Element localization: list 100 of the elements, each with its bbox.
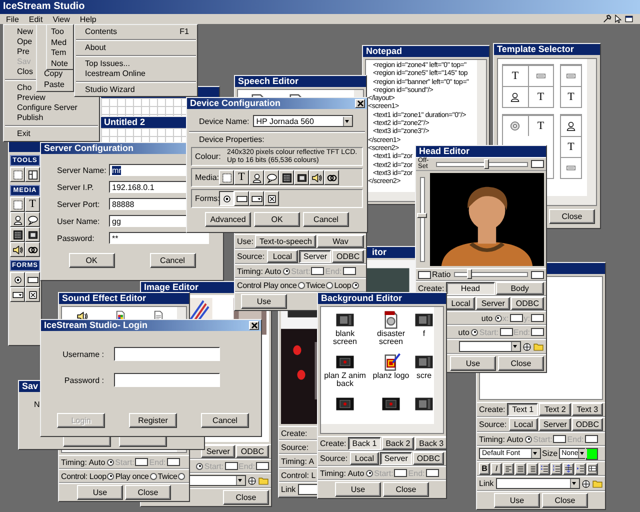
- option-button[interactable]: ODBC: [510, 297, 544, 310]
- format-button[interactable]: [563, 462, 574, 474]
- file-label[interactable]: plan Z anim back: [323, 372, 367, 388]
- file-label[interactable]: blank screen: [323, 330, 367, 346]
- option-button[interactable]: Back 2: [382, 437, 414, 450]
- template-thumbnail[interactable]: T: [560, 114, 582, 179]
- input-field[interactable]: [224, 462, 238, 470]
- scrollbar[interactable]: [587, 59, 596, 205]
- format-button[interactable]: [539, 462, 550, 474]
- scrollbar[interactable]: [321, 424, 434, 433]
- format-button[interactable]: B: [479, 462, 490, 474]
- input-field[interactable]: [531, 314, 544, 322]
- tool-button[interactable]: [25, 272, 40, 287]
- radio-button[interactable]: [178, 472, 186, 480]
- tool-button[interactable]: [25, 212, 40, 227]
- input-field[interactable]: [531, 160, 544, 168]
- option-button[interactable]: ODBC: [412, 452, 444, 465]
- menu-item[interactable]: View: [52, 14, 70, 24]
- tool-button[interactable]: [10, 212, 25, 227]
- option-button[interactable]: Server: [299, 250, 332, 263]
- close-button[interactable]: Close: [549, 209, 595, 224]
- dialog-button[interactable]: Cancel: [303, 212, 349, 227]
- menu-item[interactable]: About: [75, 43, 197, 53]
- dialog-button[interactable]: Use: [241, 294, 287, 309]
- option-button[interactable]: Server: [539, 418, 571, 431]
- input-field[interactable]: [256, 462, 269, 470]
- format-button[interactable]: [587, 462, 598, 474]
- menu-item[interactable]: Edit: [28, 14, 43, 24]
- media-button[interactable]: [249, 170, 264, 185]
- menu-item[interactable]: Copy: [37, 69, 73, 80]
- format-button[interactable]: [515, 462, 526, 474]
- close-button[interactable]: [249, 321, 259, 330]
- tool-button[interactable]: [10, 197, 25, 212]
- input-field[interactable]: [584, 435, 598, 443]
- dialog-button[interactable]: Cancel: [201, 413, 249, 428]
- radio-button[interactable]: [352, 282, 360, 288]
- close-button[interactable]: [355, 99, 365, 108]
- input-field[interactable]: [342, 267, 356, 275]
- option-button[interactable]: Local: [350, 452, 380, 465]
- input-field[interactable]: [114, 347, 220, 361]
- option-button[interactable]: Back 1: [348, 437, 381, 450]
- menu-item[interactable]: Tem: [47, 48, 73, 58]
- media-button[interactable]: [219, 170, 234, 185]
- option-button[interactable]: ODBC: [572, 418, 603, 431]
- tool-button[interactable]: [25, 242, 40, 257]
- radio-button[interactable]: [150, 472, 157, 480]
- dialog-button[interactable]: Advanced: [205, 212, 251, 227]
- option-button[interactable]: Body: [496, 282, 544, 295]
- dialog-button[interactable]: Close: [125, 485, 171, 500]
- file-label[interactable]: planz logo: [372, 372, 410, 380]
- dialog-button[interactable]: Close: [498, 356, 544, 371]
- option-button[interactable]: Text 1: [507, 403, 538, 416]
- option-button[interactable]: ODBC: [332, 250, 364, 263]
- menu-item[interactable]: Too: [47, 27, 73, 38]
- option-button[interactable]: Server: [380, 452, 412, 465]
- input-field[interactable]: [531, 328, 544, 336]
- radio-button[interactable]: [525, 436, 532, 442]
- dialog-button[interactable]: Use: [335, 482, 381, 497]
- dialog-button[interactable]: Close: [383, 482, 429, 497]
- menu-item[interactable]: Contents F1: [75, 27, 197, 37]
- menu-item[interactable]: Note: [47, 58, 73, 69]
- input-field[interactable]: [418, 270, 431, 278]
- tool-button[interactable]: [10, 272, 25, 287]
- template-thumbnail[interactable]: T T: [502, 64, 554, 108]
- tool-button[interactable]: [25, 167, 40, 182]
- dialog-button[interactable]: Close: [542, 493, 588, 508]
- option-button[interactable]: Server: [476, 297, 510, 310]
- tool-button[interactable]: T: [25, 197, 40, 212]
- menu-item[interactable]: Top Issues...: [75, 59, 197, 69]
- input-field[interactable]: [510, 314, 523, 322]
- input-field[interactable]: [531, 270, 544, 278]
- menu-item[interactable]: Preview: [4, 93, 99, 103]
- format-button[interactable]: [551, 462, 562, 474]
- radio-button[interactable]: [196, 462, 204, 470]
- media-button[interactable]: [279, 170, 294, 185]
- slider[interactable]: [454, 272, 528, 277]
- radio-button[interactable]: [494, 314, 502, 322]
- option-button[interactable]: ODBC: [236, 445, 269, 458]
- file-label[interactable]: disaster screen: [369, 330, 413, 346]
- input-field[interactable]: [166, 458, 180, 466]
- format-button[interactable]: [527, 462, 538, 474]
- dialog-button[interactable]: Register: [129, 413, 177, 428]
- slider-thumb[interactable]: [466, 269, 472, 279]
- option-button[interactable]: Local: [508, 418, 538, 431]
- option-button[interactable]: Server: [201, 445, 235, 458]
- format-button[interactable]: I: [491, 462, 502, 474]
- format-button[interactable]: [503, 462, 514, 474]
- option-button[interactable]: Head: [446, 282, 495, 295]
- radio-button[interactable]: [107, 472, 114, 480]
- dialog-button[interactable]: Use: [494, 493, 540, 508]
- input-field[interactable]: [135, 458, 148, 466]
- option-button[interactable]: Text 2: [539, 403, 571, 416]
- menu-item[interactable]: Icestream Online: [75, 69, 197, 79]
- radio-button[interactable]: [283, 268, 290, 274]
- tool-button[interactable]: [10, 227, 25, 242]
- radio-button[interactable]: [326, 282, 334, 288]
- tool-button[interactable]: [25, 287, 40, 302]
- slider-thumb[interactable]: [484, 158, 489, 168]
- menu-item[interactable]: Med: [47, 38, 73, 48]
- menu-item[interactable]: Exit: [4, 129, 99, 139]
